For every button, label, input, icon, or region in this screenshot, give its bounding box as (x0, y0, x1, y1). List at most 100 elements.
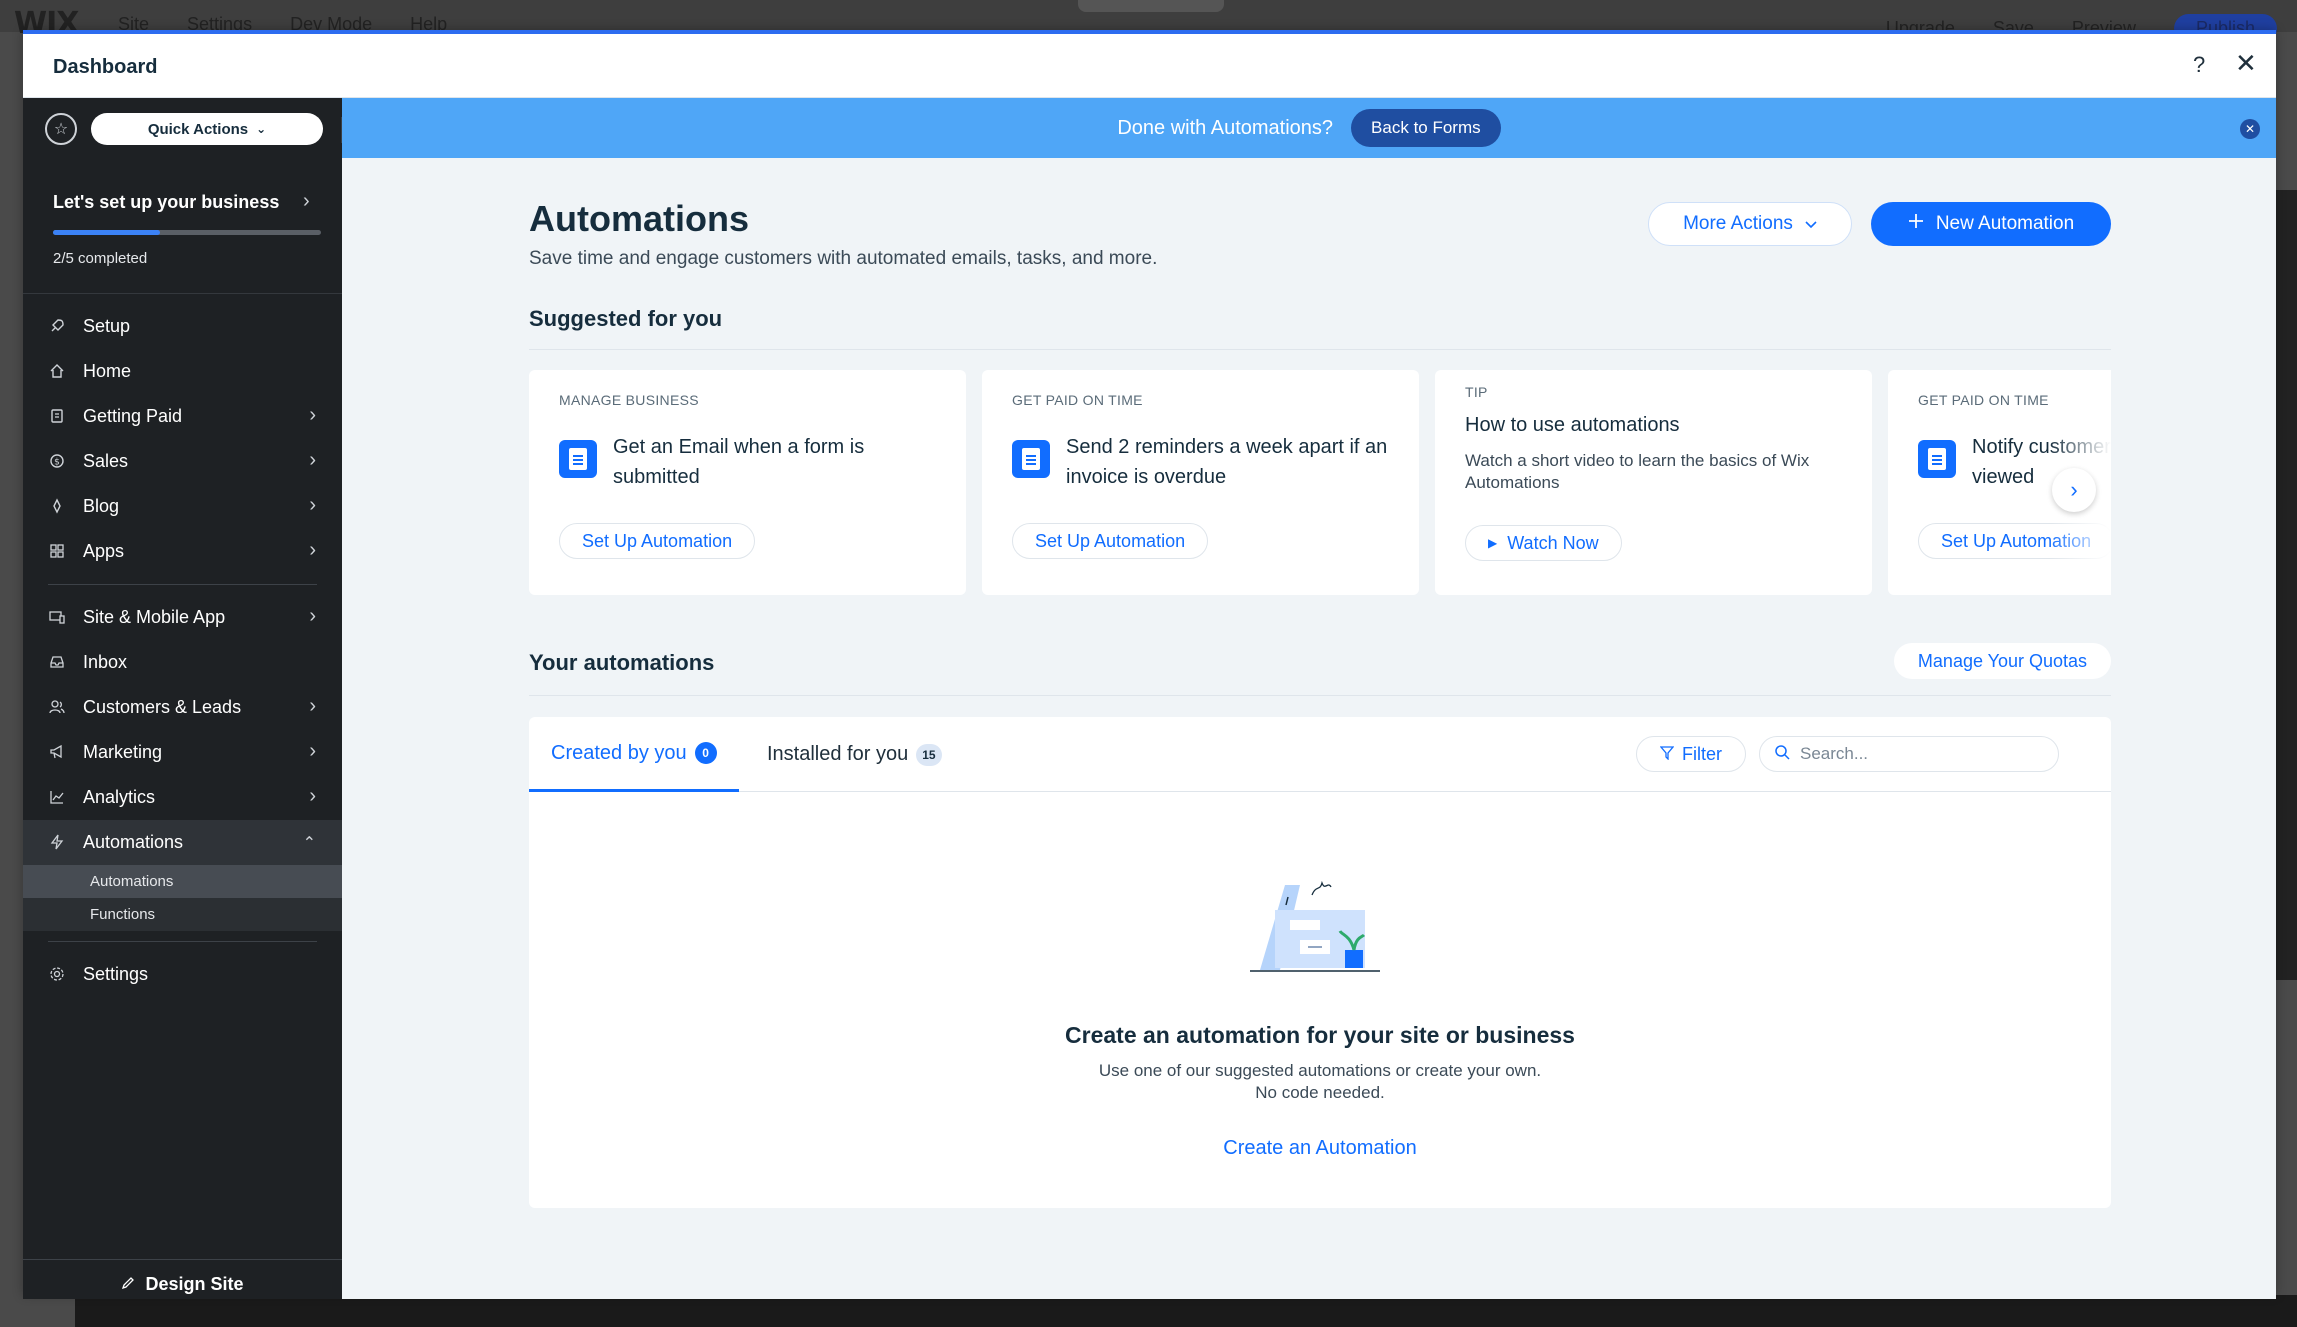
svg-text:$: $ (54, 458, 60, 468)
back-to-forms-button[interactable]: Back to Forms (1351, 109, 1501, 147)
sidebar-item-site-mobile-app[interactable]: Site & Mobile App › (23, 595, 342, 640)
watch-now-button[interactable]: ▶ Watch Now (1465, 525, 1622, 561)
suggested-title: Suggested for you (529, 306, 723, 331)
new-automation-button[interactable]: New Automation (1871, 202, 2111, 246)
tip-title: How to use automations (1465, 414, 1680, 436)
tab-installed-for-you[interactable]: Installed for you 15 (767, 717, 942, 792)
inbox-icon (47, 652, 67, 672)
design-site-label: Design Site (145, 1274, 244, 1294)
chevron-right-icon: › (309, 605, 316, 627)
editor-collapse-handle[interactable] (1078, 0, 1224, 12)
star-icon[interactable]: ☆ (45, 113, 77, 145)
sidebar-nav: Setup Home Getting Paid › $ Sales › Blog… (23, 304, 342, 997)
automations-submenu: Automations Functions (23, 865, 342, 931)
tip-description: Watch a short video to learn the basics … (1465, 451, 1810, 492)
suggestion-card: MANAGE BUSINESS Get an Email when a form… (529, 370, 966, 595)
bolt-icon (47, 832, 67, 852)
chevron-up-icon: ⌃ (302, 835, 316, 852)
search-icon (1774, 744, 1790, 765)
devices-icon (47, 607, 67, 627)
sidebar-item-home[interactable]: Home (23, 349, 342, 394)
close-banner-icon[interactable]: ✕ (2240, 119, 2260, 139)
chevron-right-icon: › (309, 494, 316, 516)
search-input[interactable] (1800, 744, 2040, 764)
chevron-right-icon[interactable]: › (2052, 468, 2096, 512)
main-content: Done with Automations? Back to Forms ✕ A… (342, 98, 2276, 1299)
more-actions-label: More Actions (1683, 213, 1793, 234)
sidebar-item-automations[interactable]: Automations ⌃ (23, 820, 342, 865)
sidebar-item-inbox[interactable]: Inbox (23, 640, 342, 685)
filter-icon (1659, 744, 1675, 765)
card-category: MANAGE BUSINESS (559, 392, 699, 408)
sidebar-divider (48, 941, 317, 942)
automations-panel: Created by you 0 Installed for you 15 Fi… (529, 717, 2111, 1208)
quick-actions-button[interactable]: Quick Actions ⌄ (91, 113, 323, 145)
dashboard-modal: Dashboard ? ✕ ☆ Quick Actions ⌄ Let's se… (23, 30, 2276, 1299)
search-box (1759, 736, 2059, 772)
more-actions-button[interactable]: More Actions (1648, 202, 1852, 246)
chevron-right-icon: › (309, 740, 316, 762)
set-up-automation-button[interactable]: Set Up Automation (1012, 523, 1209, 559)
tab-label: Created by you (551, 741, 687, 764)
editor-bottom-area (75, 1295, 2297, 1327)
close-icon[interactable]: ✕ (2235, 48, 2257, 79)
sidebar-item-label: Setup (83, 316, 131, 336)
sidebar-item-label: Apps (83, 541, 125, 561)
editor-right-panel (2275, 190, 2297, 980)
help-icon[interactable]: ? (2193, 52, 2205, 78)
sidebar-item-settings[interactable]: Settings (23, 952, 342, 997)
sidebar-item-sales[interactable]: $ Sales › (23, 439, 342, 484)
sidebar-item-apps[interactable]: Apps › (23, 529, 342, 574)
count-badge: 15 (916, 743, 942, 766)
forms-banner: Done with Automations? Back to Forms ✕ (342, 98, 2276, 158)
create-automation-link[interactable]: Create an Automation (529, 1137, 2111, 1160)
rocket-icon (47, 316, 67, 336)
banner-text: Done with Automations? (1117, 116, 1334, 139)
empty-state-line: No code needed. (1255, 1083, 1385, 1102)
sidebar-item-setup[interactable]: Setup (23, 304, 342, 349)
setup-progress-bar (53, 230, 321, 235)
card-category: TIP (1465, 384, 1488, 400)
sidebar-subitem-automations[interactable]: Automations (23, 865, 342, 898)
sidebar-item-label: Automations (83, 832, 184, 852)
sidebar: ☆ Quick Actions ⌄ Let's set up your busi… (23, 98, 342, 1299)
suggestion-card: GET PAID ON TIME Send 2 reminders a week… (982, 370, 1419, 595)
sidebar-item-analytics[interactable]: Analytics › (23, 775, 342, 820)
editor-top-bar: WIX Site Settings Dev Mode Help Upgrade … (0, 0, 2297, 43)
chevron-down-icon (1805, 213, 1817, 235)
design-site-button[interactable]: Design Site (23, 1259, 342, 1299)
section-divider (529, 695, 2111, 696)
empty-state-title: Create an automation for your site or bu… (1065, 1022, 1575, 1048)
empty-state-description: Use one of our suggested automations or … (1070, 1060, 1570, 1104)
sidebar-item-label: Analytics (83, 787, 156, 807)
dollar-icon: $ (47, 451, 67, 471)
new-automation-label: New Automation (1935, 213, 2075, 234)
count-badge: 0 (694, 742, 717, 764)
sidebar-item-label: Customers & Leads (83, 697, 242, 717)
sidebar-item-getting-paid[interactable]: Getting Paid › (23, 394, 342, 439)
chevron-down-icon: ⌄ (256, 122, 267, 136)
sidebar-item-marketing[interactable]: Marketing › (23, 730, 342, 775)
filter-button[interactable]: Filter (1636, 736, 1746, 772)
manage-quotas-button[interactable]: Manage Your Quotas (1894, 643, 2111, 679)
tab-label: Installed for you (767, 743, 909, 765)
set-up-automation-button[interactable]: Set Up Automation (559, 523, 756, 559)
home-icon (47, 361, 67, 381)
sidebar-item-label: Marketing (83, 742, 163, 762)
suggested-carousel: MANAGE BUSINESS Get an Email when a form… (529, 370, 2111, 595)
chart-icon (47, 787, 67, 807)
quick-actions-label: Quick Actions (147, 120, 249, 138)
sidebar-item-customers-leads[interactable]: Customers & Leads › (23, 685, 342, 730)
page-subtitle: Save time and engage customers with auto… (529, 248, 1158, 269)
sidebar-subitem-functions[interactable]: Functions (23, 898, 342, 931)
modal-title: Dashboard (53, 56, 158, 78)
setup-progress-card[interactable]: Let's set up your business › 2/5 complet… (23, 176, 342, 294)
pencil-icon (121, 1274, 135, 1295)
sidebar-item-label: Inbox (83, 652, 128, 672)
people-icon (47, 697, 67, 717)
chevron-right-icon: › (309, 785, 316, 807)
tip-card: TIP How to use automations Watch a short… (1435, 370, 1872, 595)
sidebar-item-blog[interactable]: Blog › (23, 484, 342, 529)
chevron-right-icon: › (309, 404, 316, 426)
tab-created-by-you[interactable]: Created by you 0 (529, 717, 739, 792)
